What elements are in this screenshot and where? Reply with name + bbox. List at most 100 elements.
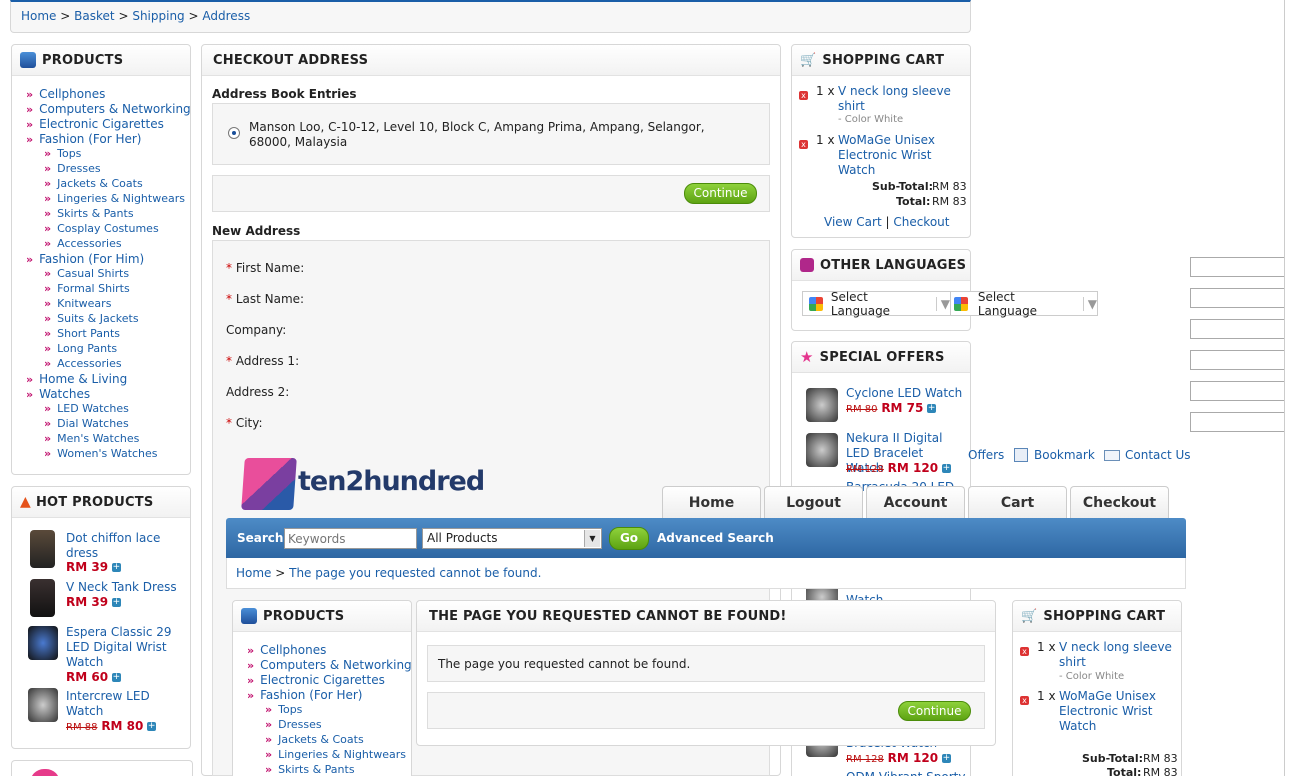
category-item[interactable]: » Dial Watches [44, 417, 129, 430]
side-input[interactable] [1190, 412, 1285, 432]
nav-cart[interactable]: Cart [968, 486, 1067, 518]
offer-link[interactable]: Cyclone LED Watch [846, 386, 962, 400]
side-input[interactable] [1190, 350, 1285, 370]
product-thumb[interactable] [28, 688, 58, 722]
add-icon[interactable]: + [111, 673, 121, 682]
nav-checkout[interactable]: Checkout [1070, 486, 1169, 518]
cart-item-name[interactable]: V neck long sleeve shirt [1059, 640, 1174, 670]
remove-icon[interactable]: x [799, 140, 808, 149]
category-item[interactable]: » Home & Living [26, 372, 127, 386]
remove-icon[interactable]: x [799, 91, 808, 100]
bookmark-link[interactable]: Bookmark [1034, 448, 1095, 462]
category-item[interactable]: » Women's Watches [44, 447, 158, 460]
category-item[interactable]: » Tops [44, 147, 81, 160]
category-item[interactable]: » Fashion (For Her) [247, 688, 362, 702]
category-item[interactable]: » Cellphones [247, 643, 326, 657]
category-item[interactable]: » Jackets & Coats [265, 733, 364, 746]
category-item[interactable]: » Accessories [44, 237, 122, 250]
category-item[interactable]: » Short Pants [44, 327, 120, 340]
category-item[interactable]: » Skirts & Pants [265, 763, 355, 776]
cart-item-name[interactable]: V neck long sleeve shirt [838, 84, 963, 114]
category-item[interactable]: » Electronic Cigarettes [247, 673, 385, 687]
breadcrumb-address[interactable]: Address [202, 9, 250, 23]
address-radio[interactable] [228, 127, 240, 139]
offer-thumb[interactable] [806, 388, 838, 422]
side-input[interactable] [1190, 381, 1285, 401]
add-icon[interactable]: + [941, 754, 951, 763]
category-item[interactable]: » Casual Shirts [44, 267, 129, 280]
hot-item-link[interactable]: Dot chiffon lace dress [66, 531, 160, 560]
remove-icon[interactable]: x [1020, 696, 1029, 705]
category-item[interactable]: » Suits & Jackets [44, 312, 139, 325]
hot-item-link[interactable]: V Neck Tank Dress [66, 580, 177, 594]
cart-checkout-link[interactable]: Checkout [893, 215, 949, 229]
add-icon[interactable]: + [927, 404, 937, 413]
category-item[interactable]: » Formal Shirts [44, 282, 130, 295]
search-go-button[interactable]: Go [609, 527, 649, 550]
hot-item-name[interactable]: Espera Classic 29 LED Digital Wrist Watc… [66, 625, 186, 670]
category-item[interactable]: » Knitwears [44, 297, 111, 310]
offer-thumb[interactable] [806, 433, 838, 467]
breadcrumb-shipping[interactable]: Shipping [132, 9, 184, 23]
cart-item-link[interactable]: V neck long sleeve shirt [838, 84, 951, 113]
site-logo[interactable]: ten2hundred [241, 456, 485, 516]
product-thumb[interactable] [30, 530, 55, 568]
hot-item-link[interactable]: Espera Classic 29 LED Digital Wrist Watc… [66, 625, 172, 669]
category-item[interactable]: » Tops [265, 703, 302, 716]
category-item[interactable]: » Lingeries & Nightwears [44, 192, 185, 205]
cart-item-link[interactable]: WoMaGe Unisex Electronic Wrist Watch [1059, 689, 1156, 733]
category-item[interactable]: » Computers & Networking [247, 658, 412, 672]
cart-remove-icon[interactable]: x [799, 87, 808, 101]
category-item[interactable]: » Dresses [44, 162, 101, 175]
breadcrumb-home[interactable]: Home [21, 9, 56, 23]
add-icon[interactable]: + [111, 563, 121, 572]
category-item[interactable]: » Skirts & Pants [44, 207, 134, 220]
category-item[interactable]: » Computers & Networking [26, 102, 191, 116]
hot-item-name[interactable]: Intercrew LED Watch [66, 689, 186, 719]
cart-item-name[interactable]: WoMaGe Unisex Electronic Wrist Watch [1059, 689, 1177, 734]
hot-item-name[interactable]: Dot chiffon lace dress [66, 531, 186, 561]
toplink-offers[interactable]: Offers [968, 448, 1004, 462]
category-item[interactable]: » Lingeries & Nightwears [265, 748, 406, 761]
add-icon[interactable]: + [941, 464, 951, 473]
language-select[interactable]: Select Language ▼ [802, 290, 951, 318]
hot-item-link[interactable]: Intercrew LED Watch [66, 689, 150, 718]
hot-item-name[interactable]: V Neck Tank Dress [66, 580, 177, 594]
language-select-dup[interactable]: Select Language ▼ [950, 290, 1098, 318]
category-item[interactable]: » Fashion (For Her) [26, 132, 141, 146]
toplink-bookmark[interactable]: Bookmark [1014, 448, 1095, 462]
toplink-contact[interactable]: Contact Us [1104, 448, 1191, 462]
search-input[interactable] [284, 528, 417, 549]
view-cart-link[interactable]: View Cart [824, 215, 882, 229]
cart-remove-icon[interactable]: x [799, 136, 808, 150]
category-item[interactable]: » Cosplay Costumes [44, 222, 159, 235]
nav-home[interactable]: Home [662, 486, 761, 518]
cart-remove-icon[interactable]: x [1020, 643, 1029, 657]
product-thumb[interactable] [30, 579, 55, 617]
product-thumb[interactable] [28, 626, 58, 660]
category-item[interactable]: » Long Pants [44, 342, 117, 355]
cart-item-name[interactable]: WoMaGe Unisex Electronic Wrist Watch [838, 133, 966, 178]
side-input[interactable] [1190, 319, 1285, 339]
cart-remove-icon[interactable]: x [1020, 692, 1029, 706]
add-icon[interactable]: + [147, 722, 157, 731]
category-item[interactable]: » LED Watches [44, 402, 129, 415]
breadcrumb-basket[interactable]: Basket [74, 9, 114, 23]
side-input[interactable] [1190, 257, 1285, 277]
add-icon[interactable]: + [111, 598, 121, 607]
crumb2-page[interactable]: The page you requested cannot be found. [289, 566, 541, 580]
search-category-select[interactable]: All Products ▼ [422, 528, 602, 549]
category-item[interactable]: » Jackets & Coats [44, 177, 143, 190]
category-item[interactable]: » Dresses [265, 718, 322, 731]
offers-link[interactable]: Offers [968, 448, 1004, 462]
offer-partial-name[interactable]: QDM Vibrant Sporty [846, 770, 965, 776]
nav-account[interactable]: Account [866, 486, 965, 518]
cart-item-link[interactable]: V neck long sleeve shirt [1059, 640, 1172, 669]
continue-button[interactable]: Continue [684, 183, 757, 204]
category-item[interactable]: » Electronic Cigarettes [26, 117, 164, 131]
contact-link[interactable]: Contact Us [1125, 448, 1191, 462]
category-item[interactable]: » Watches [26, 387, 90, 401]
remove-icon[interactable]: x [1020, 647, 1029, 656]
cart-item-link[interactable]: WoMaGe Unisex Electronic Wrist Watch [838, 133, 935, 177]
category-item[interactable]: » Men's Watches [44, 432, 139, 445]
